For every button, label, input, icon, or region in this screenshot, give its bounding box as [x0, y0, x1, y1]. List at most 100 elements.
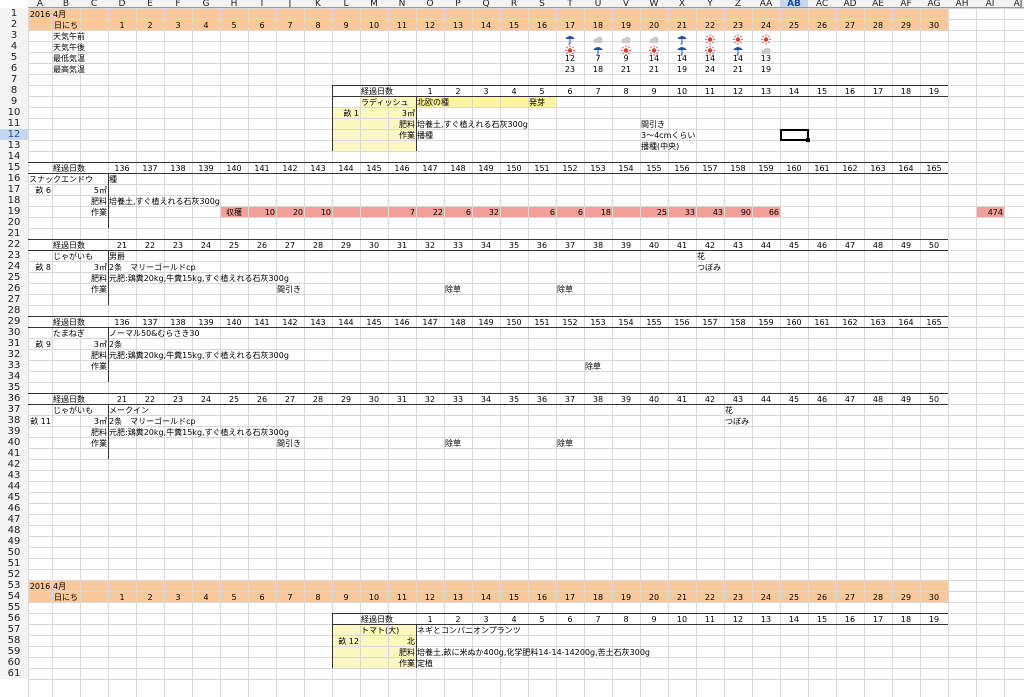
cell-M56[interactable]: 経過日数 — [361, 614, 393, 625]
cell-X56[interactable]: 10 — [669, 614, 695, 625]
cell-D18[interactable]: 培養土,すぐ植えれる石灰300g — [109, 196, 220, 207]
cell-O60[interactable]: 定植 — [417, 658, 443, 669]
cell-R22[interactable]: 35 — [501, 240, 527, 251]
cell-A24[interactable]: 畝 8 — [29, 262, 51, 273]
cell-V6[interactable]: 21 — [613, 64, 639, 75]
cell-D29[interactable]: 136 — [109, 317, 135, 328]
cell-H2[interactable]: 5 — [221, 20, 247, 31]
cell-X54[interactable]: 21 — [669, 592, 695, 603]
cell-S15[interactable]: 151 — [529, 163, 555, 174]
cell-Z37[interactable]: 花 — [725, 405, 751, 416]
cell-C39[interactable]: 肥料 — [81, 427, 107, 438]
cell-M29[interactable]: 145 — [361, 317, 387, 328]
cell-Y54[interactable]: 22 — [697, 592, 723, 603]
cell-Q8[interactable]: 3 — [473, 86, 499, 97]
cell-L15[interactable]: 144 — [333, 163, 359, 174]
cell-O8[interactable]: 1 — [417, 86, 443, 97]
cell-U36[interactable]: 38 — [585, 394, 611, 405]
cell-A16[interactable]: スナックエンドウ — [29, 174, 93, 185]
cell-N12[interactable]: 作業 — [389, 130, 415, 141]
cell-K19[interactable]: 10 — [305, 207, 331, 218]
cell-V54[interactable]: 19 — [613, 592, 639, 603]
cell-X15[interactable]: 156 — [669, 163, 695, 174]
cell-N10[interactable]: 3㎡ — [389, 108, 415, 119]
cell-T6[interactable]: 23 — [557, 64, 583, 75]
cell-P2[interactable]: 13 — [445, 20, 471, 31]
cell-J54[interactable]: 7 — [277, 592, 303, 603]
cell-U54[interactable]: 18 — [585, 592, 611, 603]
cell-A1[interactable]: 2016 — [29, 9, 51, 20]
cell-T29[interactable]: 152 — [557, 317, 583, 328]
cell-N22[interactable]: 31 — [389, 240, 415, 251]
cell-O29[interactable]: 147 — [417, 317, 443, 328]
cell-A38[interactable]: 畝 11 — [29, 416, 51, 427]
cell-G15[interactable]: 139 — [193, 163, 219, 174]
cell-AA36[interactable]: 44 — [753, 394, 779, 405]
cell-A17[interactable]: 畝 6 — [29, 185, 51, 196]
cell-AD22[interactable]: 47 — [837, 240, 863, 251]
cell-I22[interactable]: 26 — [249, 240, 275, 251]
cell-AF54[interactable]: 29 — [893, 592, 919, 603]
cell-P8[interactable]: 2 — [445, 86, 471, 97]
cell-W11[interactable]: 間引き — [641, 119, 667, 130]
cell-S29[interactable]: 151 — [529, 317, 555, 328]
cell-X8[interactable]: 10 — [669, 86, 695, 97]
cell-AF8[interactable]: 18 — [893, 86, 919, 97]
cell-S2[interactable]: 16 — [529, 20, 555, 31]
cell-AB2[interactable]: 25 — [781, 20, 807, 31]
cell-O54[interactable]: 12 — [417, 592, 443, 603]
cell-AG15[interactable]: 165 — [921, 163, 947, 174]
cell-E36[interactable]: 22 — [137, 394, 163, 405]
cell-AD15[interactable]: 162 — [837, 163, 863, 174]
cell-AF29[interactable]: 164 — [893, 317, 919, 328]
cell-T15[interactable]: 152 — [557, 163, 583, 174]
cell-AF15[interactable]: 164 — [893, 163, 919, 174]
cell-M54[interactable]: 10 — [361, 592, 387, 603]
cell-M2[interactable]: 10 — [361, 20, 387, 31]
cell-AF22[interactable]: 49 — [893, 240, 919, 251]
cell-W8[interactable]: 9 — [641, 86, 667, 97]
cell-AG29[interactable]: 165 — [921, 317, 947, 328]
cell-D32[interactable]: 元肥:鶏糞20kg,牛糞15kg,すぐ植えれる石灰300g — [109, 350, 289, 361]
cell-G22[interactable]: 24 — [193, 240, 219, 251]
cell-Y15[interactable]: 157 — [697, 163, 723, 174]
cell-C38[interactable]: 3㎡ — [81, 416, 107, 427]
cell-G54[interactable]: 4 — [193, 592, 219, 603]
cell-S19[interactable]: 6 — [529, 207, 555, 218]
cell-AD2[interactable]: 27 — [837, 20, 863, 31]
cell-G29[interactable]: 139 — [193, 317, 219, 328]
cell-V29[interactable]: 154 — [613, 317, 639, 328]
cell-AB15[interactable]: 160 — [781, 163, 807, 174]
cell-D22[interactable]: 21 — [109, 240, 135, 251]
cell-C25[interactable]: 肥料 — [81, 273, 107, 284]
cell-J19[interactable]: 20 — [277, 207, 303, 218]
cell-L29[interactable]: 144 — [333, 317, 359, 328]
cell-D36[interactable]: 21 — [109, 394, 135, 405]
cell-M57[interactable]: トマト(大) — [361, 625, 399, 636]
cell-R8[interactable]: 4 — [501, 86, 527, 97]
cell-S36[interactable]: 36 — [529, 394, 555, 405]
cell-D37[interactable]: メークイン — [109, 405, 149, 416]
cell-B22[interactable]: 経過日数 — [53, 240, 85, 251]
cell-AE8[interactable]: 17 — [865, 86, 891, 97]
cell-Z22[interactable]: 43 — [725, 240, 751, 251]
cell-AG56[interactable]: 19 — [921, 614, 947, 625]
cell-M22[interactable]: 30 — [361, 240, 387, 251]
cell-AC29[interactable]: 161 — [809, 317, 835, 328]
cell-D39[interactable]: 元肥:鶏糞20kg,牛糞15kg,すぐ植えれる石灰300g — [109, 427, 289, 438]
cell-X29[interactable]: 156 — [669, 317, 695, 328]
cell-Y6[interactable]: 24 — [697, 64, 723, 75]
cell-T22[interactable]: 37 — [557, 240, 583, 251]
cell-B23[interactable]: じゃがいも — [53, 251, 93, 262]
cell-AC56[interactable]: 15 — [809, 614, 835, 625]
cell-J15[interactable]: 142 — [277, 163, 303, 174]
cell-M15[interactable]: 145 — [361, 163, 387, 174]
cell-C31[interactable]: 3㎡ — [81, 339, 107, 350]
cell-J22[interactable]: 27 — [277, 240, 303, 251]
cell-Z15[interactable]: 158 — [725, 163, 751, 174]
cell-B30[interactable]: たまねぎ — [53, 328, 85, 339]
cell-Y24[interactable]: つぼみ — [697, 262, 723, 273]
cell-AA54[interactable]: 24 — [753, 592, 779, 603]
cell-AG2[interactable]: 30 — [921, 20, 947, 31]
cell-R56[interactable]: 4 — [501, 614, 527, 625]
